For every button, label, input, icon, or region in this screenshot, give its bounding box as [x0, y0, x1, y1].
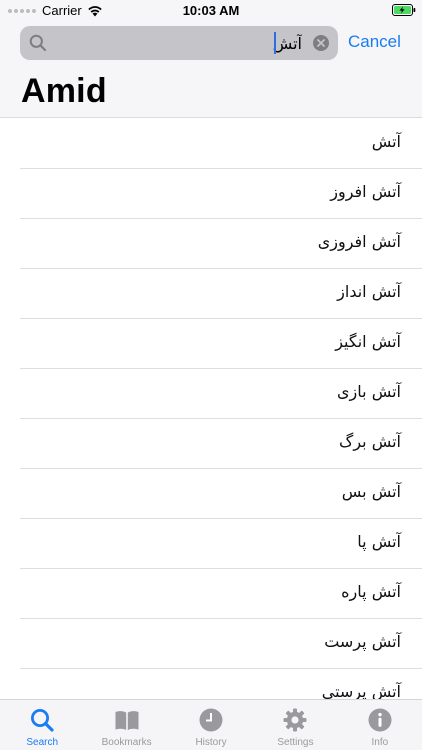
tab-bar: Search Bookmarks History Settings Info — [0, 699, 422, 750]
tab-history[interactable]: History — [169, 700, 253, 750]
list-item-label: آتش پا — [357, 532, 401, 551]
list-item-label: آتش بس — [341, 482, 401, 501]
results-list[interactable]: آتش آتش افروز آتش افروزی آتش انداز آتش ا… — [0, 119, 422, 699]
tab-label: Bookmarks — [101, 737, 152, 748]
list-item[interactable]: آتش پرست — [20, 619, 422, 669]
cancel-button[interactable]: Cancel — [348, 32, 401, 52]
list-item[interactable]: آتش برگ — [20, 419, 422, 469]
clock-icon — [199, 708, 223, 732]
list-item-label: آتش برگ — [339, 432, 401, 451]
search-icon — [29, 34, 47, 52]
list-item[interactable]: آتش — [20, 119, 422, 169]
list-item[interactable]: آتش انداز — [20, 269, 422, 319]
list-item-label: آتش انگیز — [335, 332, 401, 351]
tab-label: Settings — [277, 737, 314, 748]
status-time: 10:03 AM — [182, 3, 240, 18]
tab-search[interactable]: Search — [0, 700, 84, 750]
status-bar: Carrier 10:03 AM — [0, 0, 422, 22]
list-item[interactable]: آتش بس — [20, 469, 422, 519]
battery-charging-icon — [392, 4, 416, 16]
list-item[interactable]: آتش افروز — [20, 169, 422, 219]
list-item[interactable]: آتش انگیز — [20, 319, 422, 369]
page-title: Amid — [21, 72, 107, 110]
tab-info[interactable]: Info — [338, 700, 422, 750]
list-item-label: آتش پاره — [341, 582, 401, 601]
list-item[interactable]: آتش پرستی — [20, 669, 422, 699]
tab-settings[interactable]: Settings — [253, 700, 337, 750]
book-icon — [115, 711, 139, 730]
list-item-label: آتش پرستی — [321, 682, 401, 699]
list-item-label: آتش پرست — [324, 632, 401, 651]
list-item-label: آتش افروز — [330, 182, 401, 201]
tab-bookmarks[interactable]: Bookmarks — [84, 700, 168, 750]
list-item[interactable]: آتش پا — [20, 519, 422, 569]
clear-text-icon[interactable] — [313, 35, 329, 51]
list-item-label: آتش — [371, 132, 401, 151]
tab-label: Info — [371, 737, 389, 748]
search-field[interactable] — [20, 26, 338, 60]
text-caret — [274, 32, 276, 54]
navigation-header: Carrier 10:03 AM آتش Cancel Amid — [0, 0, 422, 118]
list-item[interactable]: آتش پاره — [20, 569, 422, 619]
search-icon — [31, 709, 54, 732]
tab-label: History — [195, 737, 227, 748]
search-input[interactable] — [54, 26, 304, 60]
gear-icon — [283, 708, 307, 732]
info-icon — [368, 708, 392, 732]
tab-label: Search — [26, 737, 59, 748]
search-row: Cancel — [20, 26, 410, 60]
list-item-label: آتش انداز — [337, 282, 401, 301]
list-item[interactable]: آتش بازی — [20, 369, 422, 419]
list-item[interactable]: آتش افروزی — [20, 219, 422, 269]
list-item-label: آتش بازی — [337, 382, 401, 401]
list-item-label: آتش افروزی — [317, 232, 401, 251]
